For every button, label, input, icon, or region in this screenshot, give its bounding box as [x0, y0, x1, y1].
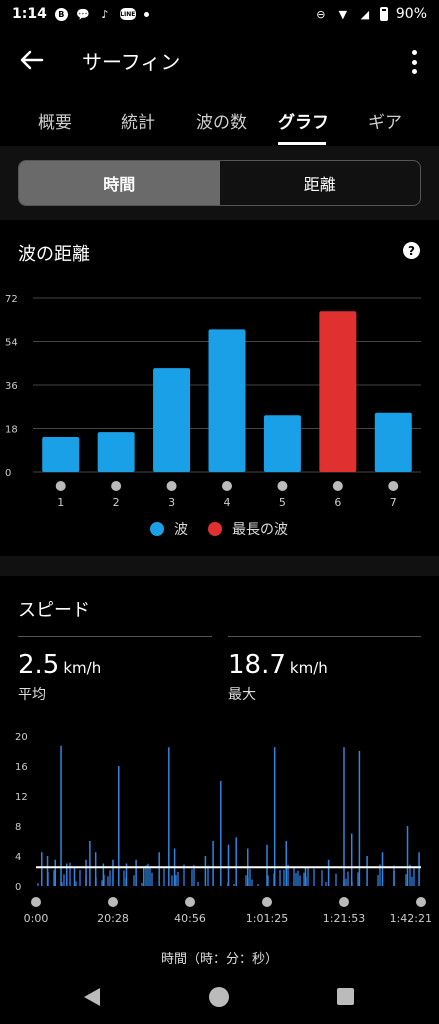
back-arrow-icon[interactable] [18, 46, 46, 74]
max-speed-unit: km/h [289, 659, 328, 677]
speed-x-tick-label: 1:21:53 [323, 912, 365, 925]
x-tick-label: 5 [279, 496, 286, 509]
avg-divider [18, 636, 212, 637]
speed-x-tick-label: 20:28 [97, 912, 129, 925]
battery-icon [379, 7, 388, 21]
speed-x-tick-label: 40:56 [174, 912, 206, 925]
bar-7 [374, 412, 412, 472]
nav-back-icon[interactable] [84, 988, 100, 1006]
speed-y-tick-label: 4 [15, 852, 21, 863]
speed-x-tick-dot [339, 897, 349, 907]
time-toggle-button[interactable]: 時間 [19, 161, 220, 205]
speed-x-tick-dot [416, 897, 426, 907]
x-tick-dot [388, 481, 399, 491]
y-tick-label: 54 [5, 338, 18, 349]
x-tick-dot [222, 481, 232, 491]
x-tick-dot [55, 481, 66, 491]
x-tick-label: 4 [224, 496, 231, 509]
x-axis-toggle: 時間 距離 [18, 160, 421, 206]
max-speed: 18.7 km/h [228, 650, 328, 680]
section-separator [0, 556, 439, 576]
legend-wave-swatch [150, 522, 164, 536]
do-not-disturb-icon: ⊖ [316, 7, 326, 21]
speed-title: スピード [18, 600, 90, 621]
status-bar: 1:14 B 💬 ♪ LINE ⊖ ▼ ◢ 90% [0, 0, 439, 28]
x-tick-dot [332, 481, 343, 491]
signal-icon: ◢ [360, 7, 370, 21]
legend-item-wave: 波 [150, 519, 188, 539]
tab-gear[interactable]: ギア [368, 108, 402, 133]
bar-4 [208, 329, 246, 472]
avg-speed-label: 平均 [18, 687, 46, 703]
avg-speed-value: 2.5 [18, 650, 60, 680]
y-tick-label: 72 [5, 294, 18, 305]
speed-y-tick-label: 16 [15, 762, 28, 773]
legend-item-longest: 最長の波 [208, 519, 288, 539]
max-speed-value: 18.7 [228, 650, 286, 680]
music-icon: ♪ [101, 7, 109, 21]
speed-y-tick-label: 20 [15, 732, 28, 743]
tab-graph[interactable]: グラフ [278, 108, 329, 133]
bar-1 [42, 436, 80, 472]
y-tick-label: 36 [5, 381, 18, 392]
speed-x-tick-dot [108, 897, 118, 907]
wave-distance-chart: 0 18 36 54 72 1 2 3 4 5 6 7 [5, 294, 421, 509]
nav-recents-icon[interactable] [337, 988, 354, 1005]
x-tick-label: 7 [390, 496, 397, 509]
legend-longest-swatch [208, 522, 222, 536]
speed-x-tick-label: 0:00 [24, 912, 49, 925]
bar-2 [97, 432, 135, 472]
wifi-icon: ▼ [338, 7, 348, 21]
wave-distance-title: 波の距離 [18, 244, 90, 265]
max-divider [228, 636, 421, 637]
app-bar: サーフィン [0, 28, 439, 92]
y-tick-label: 18 [5, 425, 18, 436]
tab-bar: 概要 統計 波の数 グラフ ギア [0, 98, 439, 146]
more-options-icon[interactable] [402, 48, 426, 76]
help-icon[interactable]: ? [403, 242, 420, 259]
chat-icon: 💬 [75, 7, 90, 21]
y-tick-label: 0 [5, 468, 11, 479]
max-speed-label: 最大 [228, 687, 256, 703]
x-tick-label: 3 [168, 496, 175, 509]
speed-x-axis-title: 時間（時：分：秒） [160, 952, 278, 967]
x-tick-label: 1 [57, 496, 64, 509]
speed-y-tick-label: 12 [15, 792, 28, 803]
app-notification-icon: B [54, 7, 68, 21]
battery-level: 90% [395, 6, 427, 22]
status-time: 1:14 [12, 6, 47, 22]
bar-3 [153, 368, 191, 472]
speed-x-tick-label: 1:42:21 [390, 912, 432, 925]
x-tick-dot [277, 481, 288, 491]
speed-x-tick-dot [31, 897, 41, 907]
speed-chart: 0 4 8 12 16 20 0:00 20:28 40:56 1:01:25 1:21:53 1:4… [15, 732, 432, 925]
tab-stats[interactable]: 統計 [121, 108, 155, 133]
speed-x-tick-dot [185, 897, 195, 907]
tab-wave-count[interactable]: 波の数 [196, 108, 247, 133]
x-tick-label: 2 [113, 496, 120, 509]
speed-x-tick-label: 1:01:25 [246, 912, 288, 925]
avg-speed-unit: km/h [63, 659, 102, 677]
speed-x-tick-dot [262, 897, 272, 907]
x-tick-dot [111, 481, 122, 491]
x-tick-label: 6 [334, 496, 341, 509]
system-nav-bar [0, 972, 439, 1024]
page-title: サーフィン [82, 50, 181, 74]
bar-5 [263, 415, 301, 472]
legend-longest-label: 最長の波 [232, 522, 288, 538]
x-tick-dot [166, 481, 177, 491]
avg-speed: 2.5 km/h [18, 650, 101, 680]
more-notifications-icon [143, 11, 149, 17]
legend-wave-label: 波 [174, 522, 188, 538]
active-tab-indicator [278, 142, 326, 145]
speed-y-tick-label: 8 [15, 822, 21, 833]
distance-toggle-button[interactable]: 距離 [220, 161, 421, 205]
speed-y-tick-label: 0 [15, 882, 21, 893]
tab-overview[interactable]: 概要 [38, 108, 72, 133]
wave-distance-legend: 波 最長の波 [150, 519, 288, 539]
line-icon: LINE [119, 8, 136, 20]
nav-home-icon[interactable] [209, 987, 229, 1007]
bar-6 [319, 311, 357, 472]
